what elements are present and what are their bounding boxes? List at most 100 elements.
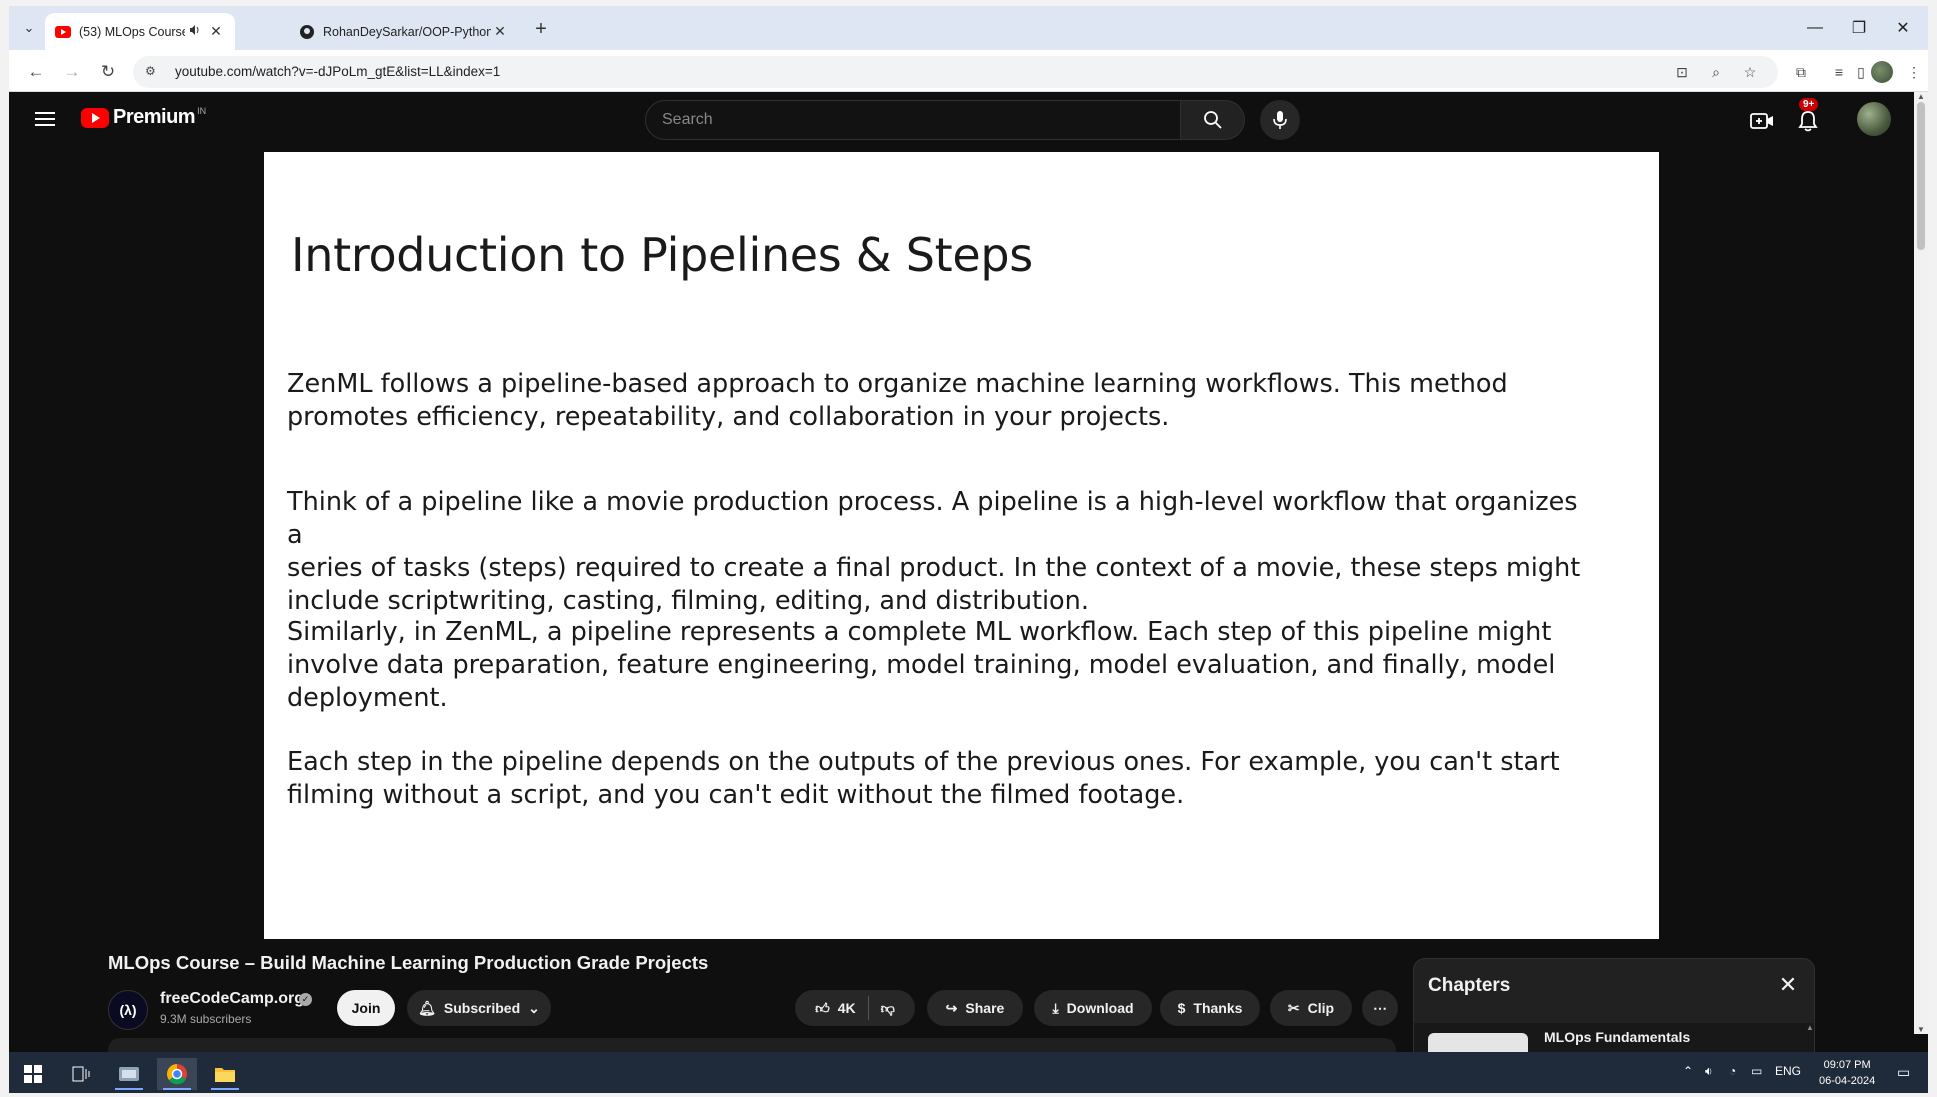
search-icon bbox=[1203, 111, 1222, 129]
search-input[interactable] bbox=[646, 101, 1180, 139]
thanks-icon: $ bbox=[1177, 1000, 1186, 1016]
close-window-icon[interactable]: ✕ bbox=[1881, 14, 1925, 42]
notification-badge: 9+ bbox=[1799, 98, 1819, 111]
slide-title: Introduction to Pipelines & Steps bbox=[291, 228, 1033, 282]
slide-paragraph: ZenML follows a pipeline-based approach … bbox=[287, 368, 1587, 434]
thanks-button[interactable]: $ Thanks bbox=[1160, 990, 1260, 1026]
youtube-logo[interactable]: Premium IN bbox=[81, 106, 206, 129]
thanks-label: Thanks bbox=[1193, 1000, 1243, 1016]
slide-line: series of tasks (steps) required to crea… bbox=[287, 553, 1581, 583]
share-button[interactable]: ↪ Share bbox=[927, 990, 1023, 1026]
menu-kebab-icon[interactable]: ⋮ bbox=[1902, 60, 1926, 84]
more-horizontal-icon: ⋯ bbox=[1373, 999, 1387, 1016]
wifi-icon[interactable]: ◔ bbox=[1729, 1064, 1736, 1078]
profile-avatar[interactable] bbox=[1871, 61, 1893, 83]
join-button[interactable]: Join bbox=[337, 990, 395, 1026]
forward-icon[interactable]: → bbox=[59, 59, 85, 85]
side-panel-icon[interactable]: ▯ bbox=[1849, 60, 1873, 84]
tab-github[interactable]: RohanDeySarkar/OOP-Python ✕ bbox=[289, 13, 519, 50]
video-title: MLOps Course – Build Machine Learning Pr… bbox=[108, 952, 709, 973]
microphone-icon bbox=[1273, 111, 1287, 129]
clock-date: 06-04-2024 bbox=[1819, 1075, 1876, 1087]
account-avatar[interactable] bbox=[1857, 102, 1891, 136]
back-icon[interactable]: ← bbox=[23, 59, 49, 85]
close-tab-icon[interactable]: ✕ bbox=[491, 23, 509, 40]
slide-line: ZenML follows a pipeline-based approach … bbox=[287, 369, 1508, 399]
task-view-icon[interactable] bbox=[61, 1058, 101, 1090]
notification-center-icon[interactable]: ▭ bbox=[1897, 1064, 1910, 1081]
media-control-icon[interactable]: ≡ bbox=[1827, 60, 1851, 84]
taskbar-app-icon[interactable] bbox=[109, 1058, 149, 1090]
windows-start-icon[interactable] bbox=[13, 1058, 53, 1090]
install-app-icon[interactable]: ⊡ bbox=[1672, 62, 1692, 82]
youtube-play-icon bbox=[81, 107, 109, 128]
slide-line: Think of a pipeline like a movie product… bbox=[287, 487, 1578, 550]
divider bbox=[867, 996, 869, 1020]
slide-line: include scriptwriting, casting, filming,… bbox=[287, 586, 1089, 616]
tray-chevron-up-icon[interactable]: ⌃ bbox=[1683, 1064, 1693, 1078]
download-button[interactable]: ⤓ Download bbox=[1034, 990, 1152, 1026]
download-label: Download bbox=[1066, 1000, 1134, 1016]
tab-youtube[interactable]: (53) MLOps Course – Build ✕ bbox=[45, 13, 235, 50]
site-info-icon[interactable]: ⚙ bbox=[145, 64, 161, 80]
minimize-icon[interactable]: — bbox=[1793, 14, 1837, 42]
page-scrollbar[interactable]: ▲ ▼ bbox=[1914, 92, 1928, 1034]
slide-paragraph: Similarly, in ZenML, a pipeline represen… bbox=[287, 616, 1587, 715]
tab-title: RohanDeySarkar/OOP-Python bbox=[323, 24, 491, 39]
more-actions-button[interactable]: ⋯ bbox=[1362, 990, 1398, 1026]
reload-icon[interactable]: ↻ bbox=[95, 59, 121, 85]
file-explorer-icon[interactable] bbox=[205, 1058, 245, 1090]
scroll-up-icon[interactable]: ▲ bbox=[1917, 92, 1925, 101]
restore-icon[interactable]: ❐ bbox=[1837, 14, 1881, 42]
clock-time: 09:07 PM bbox=[1823, 1059, 1871, 1071]
bookmark-star-icon[interactable]: ☆ bbox=[1740, 62, 1760, 82]
url-text: youtube.com/watch?v=-dJPoLm_gtE&list=LL&… bbox=[175, 64, 501, 79]
close-chapters-icon[interactable]: ✕ bbox=[1776, 973, 1800, 997]
brand-text: Premium bbox=[113, 106, 196, 128]
extensions-icon[interactable]: ⧉ bbox=[1789, 60, 1813, 84]
chapter-item-title[interactable]: MLOps Fundamentals bbox=[1544, 1029, 1690, 1045]
zoom-icon[interactable]: ⌕ bbox=[1706, 62, 1726, 82]
video-player[interactable]: Introduction to Pipelines & Steps ZenML … bbox=[264, 152, 1659, 939]
thumbs-down-icon: 👎︎ bbox=[880, 999, 895, 1016]
speaker-icon[interactable] bbox=[189, 24, 207, 39]
battery-icon[interactable]: ▭ bbox=[1751, 1064, 1762, 1078]
close-tab-icon[interactable]: ✕ bbox=[207, 23, 225, 40]
share-icon: ↪ bbox=[945, 999, 958, 1016]
chapters-panel: Chapters ✕ MLOps Fundamentals ▲ bbox=[1413, 958, 1815, 1058]
channel-avatar[interactable]: (λ) bbox=[108, 990, 148, 1030]
notifications-bell-icon[interactable] bbox=[1795, 108, 1821, 134]
channel-name[interactable]: freeCodeCamp.org bbox=[160, 990, 304, 1008]
address-bar[interactable]: ⚙ youtube.com/watch?v=-dJPoLm_gtE&list=L… bbox=[133, 56, 1778, 88]
voice-search-button[interactable] bbox=[1260, 100, 1300, 140]
tab-search-button[interactable]: ⌄ bbox=[17, 16, 41, 40]
slide-line: involve data preparation, feature engine… bbox=[287, 650, 1556, 680]
subscribed-button[interactable]: 🔔︎ Subscribed ⌄ bbox=[407, 990, 551, 1026]
join-label: Join bbox=[351, 1000, 381, 1016]
slide-line: deployment. bbox=[287, 683, 448, 713]
slide-paragraph: Each step in the pipeline depends on the… bbox=[287, 746, 1587, 812]
scrollbar-thumb[interactable] bbox=[1917, 102, 1925, 250]
chevron-down-icon: ⌄ bbox=[528, 999, 540, 1016]
tab-strip: ⌄ (53) MLOps Course – Build ✕ RohanDeySa… bbox=[9, 6, 1928, 50]
slide-line: Similarly, in ZenML, a pipeline represen… bbox=[287, 617, 1552, 647]
hamburger-menu-icon[interactable] bbox=[33, 108, 57, 132]
clip-button[interactable]: ✂ Clip bbox=[1270, 990, 1352, 1026]
dislike-button[interactable]: 👎︎ bbox=[881, 1000, 895, 1017]
new-tab-button[interactable]: + bbox=[529, 18, 553, 41]
like-dislike-group: 👍︎ 4K 👎︎ bbox=[795, 990, 915, 1026]
system-clock[interactable]: 09:07 PM 06-04-2024 bbox=[1819, 1057, 1875, 1089]
slide-line: Each step in the pipeline depends on the… bbox=[287, 747, 1560, 777]
windows-taskbar: ⌃ 🔉︎ ◔ ▭ ENG 09:07 PM 06-04-2024 ▭ bbox=[9, 1052, 1928, 1093]
like-button[interactable]: 👍︎ 4K bbox=[815, 1000, 856, 1017]
subscriber-count: 9.3M subscribers bbox=[160, 1012, 252, 1026]
youtube-favicon-icon bbox=[55, 24, 71, 40]
language-indicator[interactable]: ENG bbox=[1775, 1064, 1801, 1078]
chrome-taskbar-icon[interactable] bbox=[157, 1058, 197, 1090]
create-video-icon[interactable] bbox=[1749, 108, 1775, 134]
youtube-header: Premium IN 9+ bbox=[9, 92, 1914, 148]
volume-icon[interactable]: 🔉︎ bbox=[1705, 1064, 1713, 1079]
verified-check-icon: ✓ bbox=[299, 993, 312, 1006]
scroll-down-icon[interactable]: ▼ bbox=[1917, 1025, 1925, 1034]
search-button[interactable] bbox=[1181, 100, 1245, 140]
